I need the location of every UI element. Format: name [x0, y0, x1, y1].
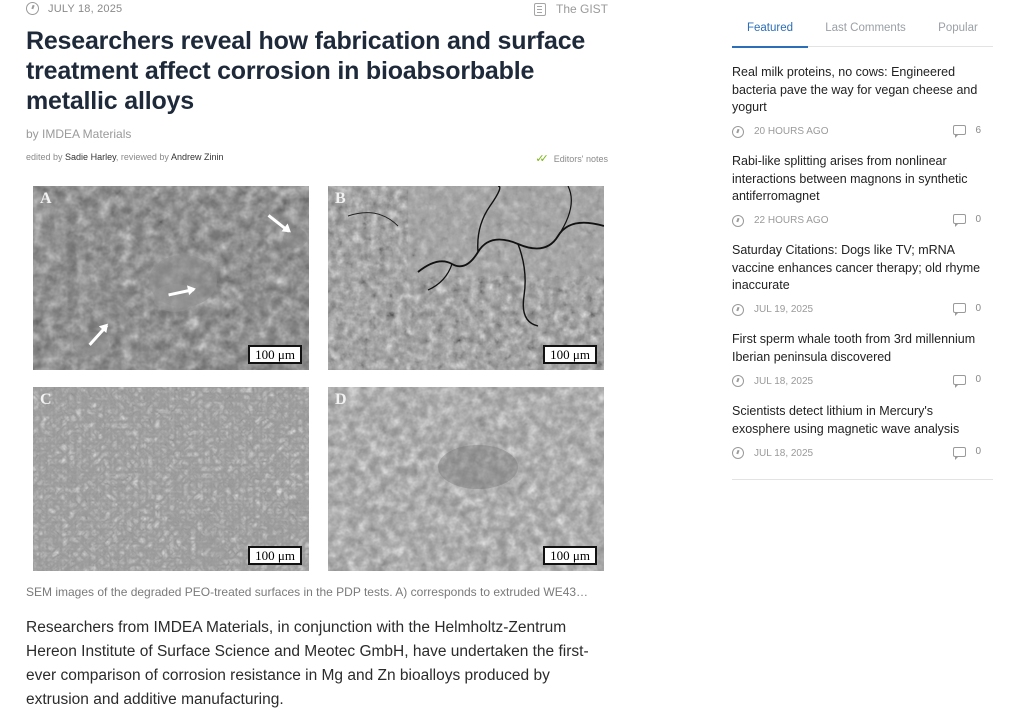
comment-icon — [953, 303, 967, 316]
editor-name[interactable]: Sadie Harley — [65, 152, 116, 162]
tab-popular[interactable]: Popular — [923, 18, 993, 46]
clock-icon — [732, 214, 744, 227]
tab-featured[interactable]: Featured — [732, 18, 808, 48]
sidebar-tabs: Featured Last Comments Popular — [732, 18, 993, 48]
gist-icon — [533, 2, 546, 16]
reviewer-name[interactable]: Andrew Zinin — [171, 152, 224, 162]
sem-texture-d — [328, 387, 604, 571]
comment-count: 0 — [975, 302, 981, 314]
article-date: JULY 18, 2025 — [26, 2, 122, 15]
sem-panel-b: B 100 μm — [328, 186, 604, 370]
comments-link[interactable]: 0 — [953, 213, 981, 227]
scale-bar-b: 100 μm — [543, 345, 597, 364]
comment-count: 0 — [975, 374, 981, 385]
comment-count: 0 — [975, 213, 981, 225]
sem-panel-a: A 100 μm — [33, 186, 309, 370]
sem-texture-c — [33, 387, 309, 571]
comments-link[interactable]: 0 — [953, 446, 981, 460]
scale-bar-a: 100 μm — [248, 345, 302, 364]
panel-letter-c: C — [40, 391, 52, 408]
news-title[interactable]: Saturday Citations: Dogs like TV; mRNA v… — [732, 242, 993, 295]
editors-notes-link[interactable]: ✓✓ Editors' notes — [535, 152, 608, 165]
panel-letter-d: D — [335, 391, 347, 408]
news-time: JUL 19, 2025 — [754, 304, 814, 315]
gist-button[interactable]: The GIST — [533, 2, 608, 16]
comment-icon — [953, 446, 967, 460]
comment-count: 0 — [975, 446, 981, 457]
article-meta: JULY 18, 2025 The GIST — [26, 2, 610, 20]
news-meta: JUL 19, 2025 0 — [732, 301, 993, 319]
news-title[interactable]: First sperm whale tooth from 3rd millenn… — [732, 331, 993, 366]
article-byline[interactable]: by IMDEA Materials — [26, 127, 131, 141]
comment-count: 6 — [975, 124, 981, 136]
tab-last-comments[interactable]: Last Comments — [808, 18, 923, 46]
panel-letter-b: B — [335, 190, 346, 207]
news-title[interactable]: Rabi-like splitting arises from nonlinea… — [732, 153, 993, 206]
clock-icon — [732, 375, 744, 387]
article-date-text: JULY 18, 2025 — [48, 2, 123, 15]
article-figure[interactable]: A 100 μm B 100 μm C 100 μm D 100 μm — [26, 186, 610, 571]
check-icon: ✓✓ — [535, 153, 549, 165]
news-meta: 22 HOURS AGO 0 — [732, 212, 993, 230]
news-meta: JUL 18, 2025 0 — [732, 372, 993, 390]
list-item[interactable]: Real milk proteins, no cows: Engineered … — [732, 64, 993, 153]
comments-link[interactable]: 6 — [953, 124, 981, 138]
clock-icon — [732, 447, 744, 459]
news-time: JUL 18, 2025 — [754, 447, 814, 459]
news-title[interactable]: Real milk proteins, no cows: Engineered … — [732, 64, 993, 117]
comment-icon — [953, 214, 967, 227]
clock-icon — [732, 303, 744, 316]
list-item[interactable]: Rabi-like splitting arises from nonlinea… — [732, 153, 993, 242]
edited-prefix: edited by — [26, 152, 63, 162]
comments-link[interactable]: 0 — [953, 374, 981, 388]
news-list: Real milk proteins, no cows: Engineered … — [732, 64, 993, 475]
news-title[interactable]: Scientists detect lithium in Mercury's e… — [732, 403, 993, 438]
comment-icon — [953, 125, 967, 138]
comments-link[interactable]: 0 — [953, 302, 981, 316]
editors-notes-label: Editors' notes — [553, 153, 608, 164]
news-meta: JUL 18, 2025 0 — [732, 444, 993, 462]
clock-icon — [732, 125, 744, 138]
scale-bar-d: 100 μm — [543, 546, 597, 565]
comment-icon — [953, 374, 967, 388]
scale-bar-c: 100 μm — [248, 546, 302, 565]
article-title: Researchers reveal how fabrication and s… — [26, 27, 586, 115]
reviewed-prefix: , reviewed by — [115, 152, 169, 162]
figure-caption[interactable]: SEM images of the degraded PEO-treated s… — [26, 585, 610, 599]
clock-icon — [26, 2, 39, 15]
panel-letter-a: A — [40, 190, 52, 207]
sidebar-divider — [732, 479, 993, 480]
news-time: 20 HOURS AGO — [754, 126, 829, 137]
sem-texture-b — [328, 186, 604, 370]
gist-label: The GIST — [555, 2, 608, 16]
list-item[interactable]: Saturday Citations: Dogs like TV; mRNA v… — [732, 242, 993, 331]
sem-texture-a — [33, 186, 309, 370]
list-item[interactable]: First sperm whale tooth from 3rd millenn… — [732, 331, 993, 403]
article-lead: Researchers from IMDEA Materials, in con… — [26, 619, 589, 708]
news-time: 22 HOURS AGO — [754, 215, 829, 226]
editors-line: edited by Sadie Harley, reviewed by Andr… — [26, 152, 610, 165]
list-item[interactable]: Scientists detect lithium in Mercury's e… — [732, 403, 993, 475]
sem-panel-d: D 100 μm — [328, 387, 604, 571]
news-meta: 20 HOURS AGO 6 — [732, 123, 993, 141]
news-time: JUL 18, 2025 — [754, 375, 814, 387]
sem-panel-c: C 100 μm — [33, 387, 309, 571]
